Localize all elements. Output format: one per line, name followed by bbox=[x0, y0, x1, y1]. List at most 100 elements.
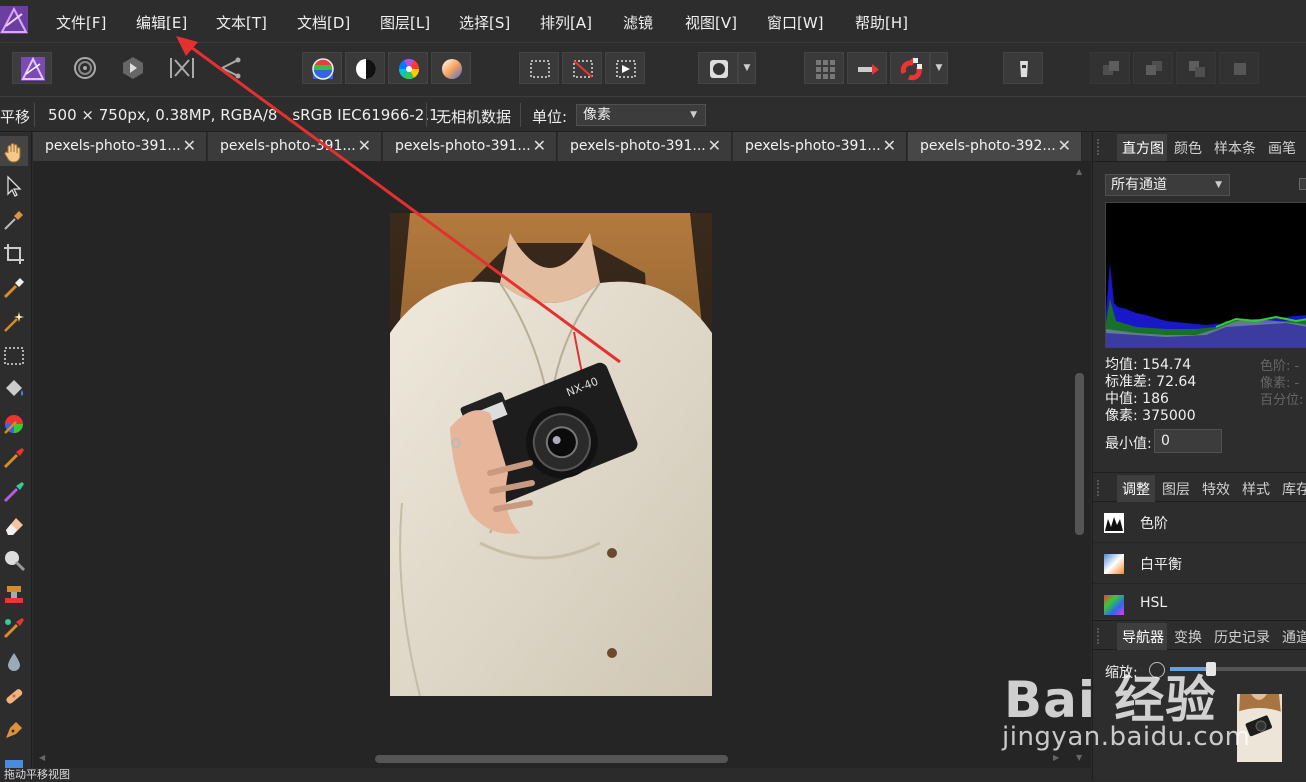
tab-channels[interactable]: 通道 bbox=[1282, 627, 1306, 647]
photo-persona-button[interactable] bbox=[12, 52, 52, 84]
tone-mapping-persona-button[interactable] bbox=[161, 52, 201, 84]
arrange-button-1[interactable] bbox=[1090, 52, 1130, 84]
menu-help[interactable]: 帮助[H] bbox=[855, 12, 908, 33]
tab-color[interactable]: 颜色 bbox=[1174, 138, 1202, 158]
close-icon[interactable]: ✕ bbox=[883, 136, 896, 155]
menu-edit[interactable]: 编辑[E] bbox=[136, 12, 187, 33]
color-wheel-button[interactable] bbox=[388, 52, 428, 84]
rectangle-marquee-tool[interactable] bbox=[0, 340, 28, 370]
menu-document[interactable]: 文档[D] bbox=[297, 12, 350, 33]
force-pixel-button[interactable] bbox=[847, 52, 887, 84]
scroll-thumb[interactable] bbox=[375, 755, 728, 763]
grid-button[interactable] bbox=[804, 52, 844, 84]
erase-tool[interactable] bbox=[0, 510, 28, 540]
dodge-tool[interactable] bbox=[0, 544, 28, 574]
clone-tool[interactable] bbox=[0, 578, 28, 608]
deselect-button[interactable] bbox=[562, 52, 602, 84]
document-canvas[interactable]: NX-40 bbox=[33, 161, 1091, 780]
tab-swatches[interactable]: 样本条 bbox=[1214, 138, 1256, 158]
assistant-button[interactable] bbox=[1003, 52, 1043, 84]
adjustment-levels[interactable]: 色阶 bbox=[1093, 502, 1306, 543]
document-tab[interactable]: pexels-photo-391... ✕ bbox=[33, 132, 207, 161]
inpainting-tool[interactable] bbox=[0, 680, 28, 710]
healing-tool[interactable] bbox=[0, 612, 28, 642]
gradient-tool[interactable] bbox=[0, 408, 28, 438]
selection-brush-tool[interactable] bbox=[0, 272, 28, 302]
marquee-button[interactable] bbox=[519, 52, 559, 84]
tab-effects[interactable]: 特效 bbox=[1202, 479, 1230, 499]
pen-tool[interactable] bbox=[0, 714, 28, 744]
warnings-checkbox[interactable] bbox=[1299, 178, 1306, 190]
white-balance-button[interactable] bbox=[302, 52, 342, 84]
magic-wand-tool[interactable] bbox=[0, 306, 28, 336]
arrange-button-4[interactable] bbox=[1219, 52, 1259, 84]
affinity-photo-logo[interactable] bbox=[0, 6, 28, 34]
tab-styles[interactable]: 样式 bbox=[1242, 479, 1270, 499]
tab-history[interactable]: 历史记录 bbox=[1214, 627, 1270, 647]
tab-transform[interactable]: 变换 bbox=[1174, 627, 1202, 647]
develop-persona-button[interactable] bbox=[113, 52, 153, 84]
panel-grip[interactable] bbox=[1097, 480, 1103, 496]
tab-layers[interactable]: 图层 bbox=[1162, 479, 1190, 499]
menu-filters[interactable]: 滤镜 bbox=[623, 12, 653, 33]
tab-histogram[interactable]: 直方图 bbox=[1122, 138, 1164, 158]
stat-percentile: 百分位: - bbox=[1260, 393, 1306, 408]
document-tab[interactable]: pexels-photo-391... ✕ bbox=[383, 132, 557, 161]
move-tool[interactable] bbox=[0, 170, 28, 200]
close-icon[interactable]: ✕ bbox=[1058, 136, 1071, 155]
scroll-up-icon[interactable]: ▲ bbox=[1076, 167, 1082, 176]
tab-stock[interactable]: 库存 bbox=[1282, 479, 1306, 499]
menu-select[interactable]: 选择[S] bbox=[459, 12, 510, 33]
tab-navigator[interactable]: 导航器 bbox=[1122, 627, 1164, 647]
menu-file[interactable]: 文件[F] bbox=[56, 12, 106, 33]
gradient-sphere-button[interactable] bbox=[431, 52, 471, 84]
scroll-thumb[interactable] bbox=[1075, 373, 1084, 535]
hand-tool[interactable] bbox=[0, 136, 28, 166]
adjustment-label: 色阶 bbox=[1140, 516, 1168, 532]
snapping-button[interactable] bbox=[890, 52, 930, 84]
close-icon[interactable]: ✕ bbox=[708, 136, 721, 155]
menu-arrange[interactable]: 排列[A] bbox=[540, 12, 592, 33]
export-persona-button[interactable] bbox=[210, 52, 250, 84]
tab-label: pexels-photo-391... bbox=[45, 138, 181, 154]
adjustment-hsl[interactable]: HSL bbox=[1093, 584, 1306, 625]
menu-view[interactable]: 视图[V] bbox=[685, 12, 737, 33]
liquify-persona-button[interactable] bbox=[65, 52, 105, 84]
panel-grip[interactable] bbox=[1097, 139, 1103, 155]
document-tab[interactable]: pexels-photo-391... ✕ bbox=[733, 132, 907, 161]
quick-mask-button[interactable] bbox=[698, 52, 738, 84]
contrast-button[interactable] bbox=[345, 52, 385, 84]
menu-window[interactable]: 窗口[W] bbox=[767, 12, 824, 33]
scroll-left-icon[interactable]: ◀ bbox=[39, 753, 45, 762]
channel-select[interactable]: 所有通道 ▼ bbox=[1105, 174, 1230, 196]
close-icon[interactable]: ✕ bbox=[183, 136, 196, 155]
panel-grip[interactable] bbox=[1097, 628, 1103, 644]
close-icon[interactable]: ✕ bbox=[358, 136, 371, 155]
unit-select[interactable]: 像素 ▼ bbox=[576, 104, 706, 126]
tab-adjustment[interactable]: 调整 bbox=[1122, 479, 1150, 499]
quick-mask-dropdown[interactable]: ▼ bbox=[738, 52, 756, 84]
snapping-dropdown[interactable]: ▼ bbox=[930, 52, 948, 84]
invert-selection-button[interactable] bbox=[605, 52, 645, 84]
document-tab-active[interactable]: pexels-photo-392... ✕ bbox=[908, 132, 1082, 161]
tab-brushes[interactable]: 画笔 bbox=[1268, 138, 1296, 158]
adjustment-white-balance[interactable]: 白平衡 bbox=[1093, 543, 1306, 584]
arrange-button-2[interactable] bbox=[1133, 52, 1173, 84]
channel-value: 所有通道 bbox=[1111, 177, 1167, 193]
menu-text[interactable]: 文本[T] bbox=[216, 12, 267, 33]
paint-brush-tool[interactable] bbox=[0, 442, 28, 472]
color-picker-tool[interactable] bbox=[0, 204, 28, 234]
arrange-button-3[interactable] bbox=[1176, 52, 1216, 84]
close-icon[interactable]: ✕ bbox=[533, 136, 546, 155]
color-replace-tool[interactable] bbox=[0, 476, 28, 506]
menu-layer[interactable]: 图层[L] bbox=[380, 12, 430, 33]
min-value-input[interactable]: 0 bbox=[1154, 429, 1222, 453]
flood-fill-tool[interactable] bbox=[0, 374, 28, 404]
blur-tool[interactable] bbox=[0, 646, 28, 676]
camera-info: 无相机数据 bbox=[436, 108, 512, 126]
white-balance-icon bbox=[1104, 554, 1124, 574]
crop-tool[interactable] bbox=[0, 238, 28, 268]
document-tab[interactable]: pexels-photo-391... ✕ bbox=[558, 132, 732, 161]
document-tab[interactable]: pexels-photo-391... ✕ bbox=[208, 132, 382, 161]
horizontal-scrollbar[interactable]: ◀ ▶ bbox=[33, 750, 1069, 768]
